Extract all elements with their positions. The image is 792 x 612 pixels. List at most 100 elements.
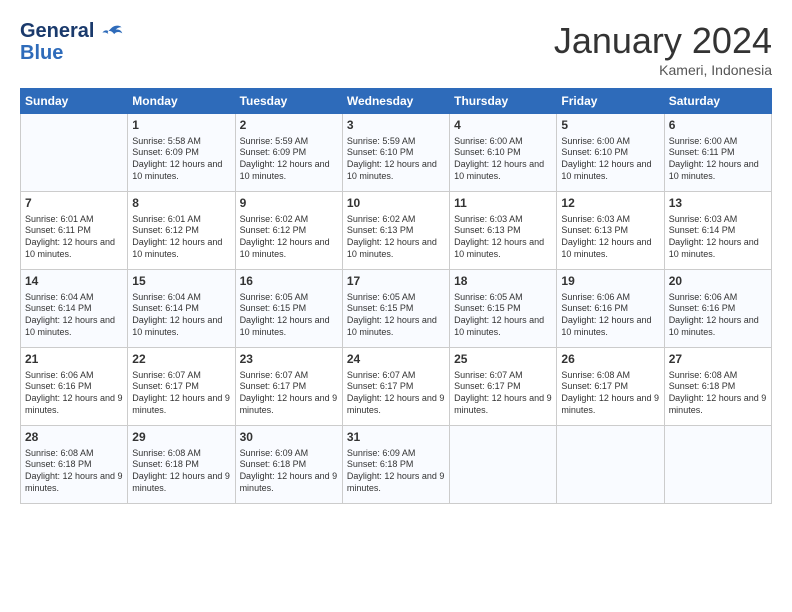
- day-info: Sunrise: 6:08 AMSunset: 6:18 PMDaylight:…: [25, 448, 123, 495]
- day-info: Sunrise: 6:03 AMSunset: 6:13 PMDaylight:…: [454, 214, 552, 261]
- calendar-cell: 5 Sunrise: 6:00 AMSunset: 6:10 PMDaylight…: [557, 114, 664, 192]
- day-number: 23: [240, 352, 338, 368]
- calendar-cell: 19 Sunrise: 6:06 AMSunset: 6:16 PMDayligh…: [557, 270, 664, 348]
- day-number: 4: [454, 118, 552, 134]
- calendar-cell: 2 Sunrise: 5:59 AMSunset: 6:09 PMDaylight…: [235, 114, 342, 192]
- calendar-cell: 21 Sunrise: 6:06 AMSunset: 6:16 PMDayligh…: [21, 348, 128, 426]
- day-number: 9: [240, 196, 338, 212]
- calendar-cell: 29 Sunrise: 6:08 AMSunset: 6:18 PMDayligh…: [128, 426, 235, 504]
- day-number: 16: [240, 274, 338, 290]
- day-info: Sunrise: 6:04 AMSunset: 6:14 PMDaylight:…: [25, 292, 123, 339]
- day-number: 10: [347, 196, 445, 212]
- month-title: January 2024: [554, 20, 772, 62]
- day-info: Sunrise: 5:58 AMSunset: 6:09 PMDaylight:…: [132, 136, 230, 183]
- day-info: Sunrise: 6:09 AMSunset: 6:18 PMDaylight:…: [240, 448, 338, 495]
- day-info: Sunrise: 6:07 AMSunset: 6:17 PMDaylight:…: [240, 370, 338, 417]
- logo-blue: Blue: [20, 42, 123, 65]
- logo: General Blue: [20, 20, 123, 65]
- calendar-cell: 30 Sunrise: 6:09 AMSunset: 6:18 PMDayligh…: [235, 426, 342, 504]
- calendar-cell: [664, 426, 771, 504]
- day-number: 14: [25, 274, 123, 290]
- day-number: 20: [669, 274, 767, 290]
- day-info: Sunrise: 6:02 AMSunset: 6:12 PMDaylight:…: [240, 214, 338, 261]
- logo-text: General: [20, 20, 123, 44]
- title-block: January 2024 Kameri, Indonesia: [554, 20, 772, 78]
- col-monday: Monday: [128, 89, 235, 114]
- day-number: 7: [25, 196, 123, 212]
- calendar-week-4: 21 Sunrise: 6:06 AMSunset: 6:16 PMDayligh…: [21, 348, 772, 426]
- day-info: Sunrise: 5:59 AMSunset: 6:09 PMDaylight:…: [240, 136, 338, 183]
- page-container: General Blue January 2024 Kameri, Indone…: [0, 0, 792, 612]
- header: General Blue January 2024 Kameri, Indone…: [20, 20, 772, 78]
- col-sunday: Sunday: [21, 89, 128, 114]
- day-info: Sunrise: 6:05 AMSunset: 6:15 PMDaylight:…: [240, 292, 338, 339]
- day-number: 2: [240, 118, 338, 134]
- calendar-cell: 4 Sunrise: 6:00 AMSunset: 6:10 PMDaylight…: [450, 114, 557, 192]
- calendar-cell: [450, 426, 557, 504]
- day-number: 8: [132, 196, 230, 212]
- calendar-cell: 1Sunrise: 5:58 AMSunset: 6:09 PMDaylight…: [128, 114, 235, 192]
- day-number: 29: [132, 430, 230, 446]
- day-info: Sunrise: 6:06 AMSunset: 6:16 PMDaylight:…: [25, 370, 123, 417]
- day-number: 3: [347, 118, 445, 134]
- day-info: Sunrise: 6:06 AMSunset: 6:16 PMDaylight:…: [669, 292, 767, 339]
- calendar-cell: [557, 426, 664, 504]
- day-number: 13: [669, 196, 767, 212]
- calendar-cell: 11 Sunrise: 6:03 AMSunset: 6:13 PMDayligh…: [450, 192, 557, 270]
- col-friday: Friday: [557, 89, 664, 114]
- day-info: Sunrise: 6:00 AMSunset: 6:10 PMDaylight:…: [561, 136, 659, 183]
- calendar-cell: 15Sunrise: 6:04 AMSunset: 6:14 PMDayligh…: [128, 270, 235, 348]
- calendar-cell: 17Sunrise: 6:05 AMSunset: 6:15 PMDayligh…: [342, 270, 449, 348]
- day-number: 27: [669, 352, 767, 368]
- calendar-cell: 31Sunrise: 6:09 AMSunset: 6:18 PMDayligh…: [342, 426, 449, 504]
- calendar-cell: 9 Sunrise: 6:02 AMSunset: 6:12 PMDaylight…: [235, 192, 342, 270]
- col-wednesday: Wednesday: [342, 89, 449, 114]
- calendar-cell: 12Sunrise: 6:03 AMSunset: 6:13 PMDayligh…: [557, 192, 664, 270]
- col-thursday: Thursday: [450, 89, 557, 114]
- day-number: 5: [561, 118, 659, 134]
- day-info: Sunrise: 6:00 AMSunset: 6:10 PMDaylight:…: [454, 136, 552, 183]
- calendar-week-5: 28Sunrise: 6:08 AMSunset: 6:18 PMDayligh…: [21, 426, 772, 504]
- calendar-week-2: 7 Sunrise: 6:01 AMSunset: 6:11 PMDaylight…: [21, 192, 772, 270]
- day-number: 15: [132, 274, 230, 290]
- col-saturday: Saturday: [664, 89, 771, 114]
- day-info: Sunrise: 6:07 AMSunset: 6:17 PMDaylight:…: [132, 370, 230, 417]
- calendar-cell: 16 Sunrise: 6:05 AMSunset: 6:15 PMDayligh…: [235, 270, 342, 348]
- calendar-cell: 24Sunrise: 6:07 AMSunset: 6:17 PMDayligh…: [342, 348, 449, 426]
- day-number: 6: [669, 118, 767, 134]
- header-row: Sunday Monday Tuesday Wednesday Thursday…: [21, 89, 772, 114]
- day-info: Sunrise: 6:03 AMSunset: 6:13 PMDaylight:…: [561, 214, 659, 261]
- calendar-cell: 18 Sunrise: 6:05 AMSunset: 6:15 PMDayligh…: [450, 270, 557, 348]
- day-info: Sunrise: 5:59 AMSunset: 6:10 PMDaylight:…: [347, 136, 445, 183]
- day-number: 11: [454, 196, 552, 212]
- calendar-cell: 28Sunrise: 6:08 AMSunset: 6:18 PMDayligh…: [21, 426, 128, 504]
- calendar-cell: 20 Sunrise: 6:06 AMSunset: 6:16 PMDayligh…: [664, 270, 771, 348]
- calendar-cell: 22Sunrise: 6:07 AMSunset: 6:17 PMDayligh…: [128, 348, 235, 426]
- calendar-cell: [21, 114, 128, 192]
- calendar-cell: 7 Sunrise: 6:01 AMSunset: 6:11 PMDaylight…: [21, 192, 128, 270]
- calendar-cell: 8Sunrise: 6:01 AMSunset: 6:12 PMDaylight…: [128, 192, 235, 270]
- calendar-body: 1Sunrise: 5:58 AMSunset: 6:09 PMDaylight…: [21, 114, 772, 504]
- calendar-cell: 26Sunrise: 6:08 AMSunset: 6:17 PMDayligh…: [557, 348, 664, 426]
- calendar-table: Sunday Monday Tuesday Wednesday Thursday…: [20, 88, 772, 504]
- day-number: 21: [25, 352, 123, 368]
- day-info: Sunrise: 6:05 AMSunset: 6:15 PMDaylight:…: [454, 292, 552, 339]
- day-info: Sunrise: 6:05 AMSunset: 6:15 PMDaylight:…: [347, 292, 445, 339]
- calendar-week-3: 14 Sunrise: 6:04 AMSunset: 6:14 PMDayligh…: [21, 270, 772, 348]
- col-tuesday: Tuesday: [235, 89, 342, 114]
- day-number: 19: [561, 274, 659, 290]
- day-info: Sunrise: 6:08 AMSunset: 6:18 PMDaylight:…: [132, 448, 230, 495]
- day-info: Sunrise: 6:07 AMSunset: 6:17 PMDaylight:…: [347, 370, 445, 417]
- calendar-cell: 23 Sunrise: 6:07 AMSunset: 6:17 PMDayligh…: [235, 348, 342, 426]
- day-info: Sunrise: 6:08 AMSunset: 6:18 PMDaylight:…: [669, 370, 767, 417]
- day-info: Sunrise: 6:00 AMSunset: 6:11 PMDaylight:…: [669, 136, 767, 183]
- day-info: Sunrise: 6:06 AMSunset: 6:16 PMDaylight:…: [561, 292, 659, 339]
- day-info: Sunrise: 6:01 AMSunset: 6:11 PMDaylight:…: [25, 214, 123, 261]
- day-info: Sunrise: 6:03 AMSunset: 6:14 PMDaylight:…: [669, 214, 767, 261]
- day-number: 30: [240, 430, 338, 446]
- calendar-cell: 3 Sunrise: 5:59 AMSunset: 6:10 PMDaylight…: [342, 114, 449, 192]
- calendar-cell: 27 Sunrise: 6:08 AMSunset: 6:18 PMDayligh…: [664, 348, 771, 426]
- day-number: 18: [454, 274, 552, 290]
- day-number: 31: [347, 430, 445, 446]
- day-info: Sunrise: 6:07 AMSunset: 6:17 PMDaylight:…: [454, 370, 552, 417]
